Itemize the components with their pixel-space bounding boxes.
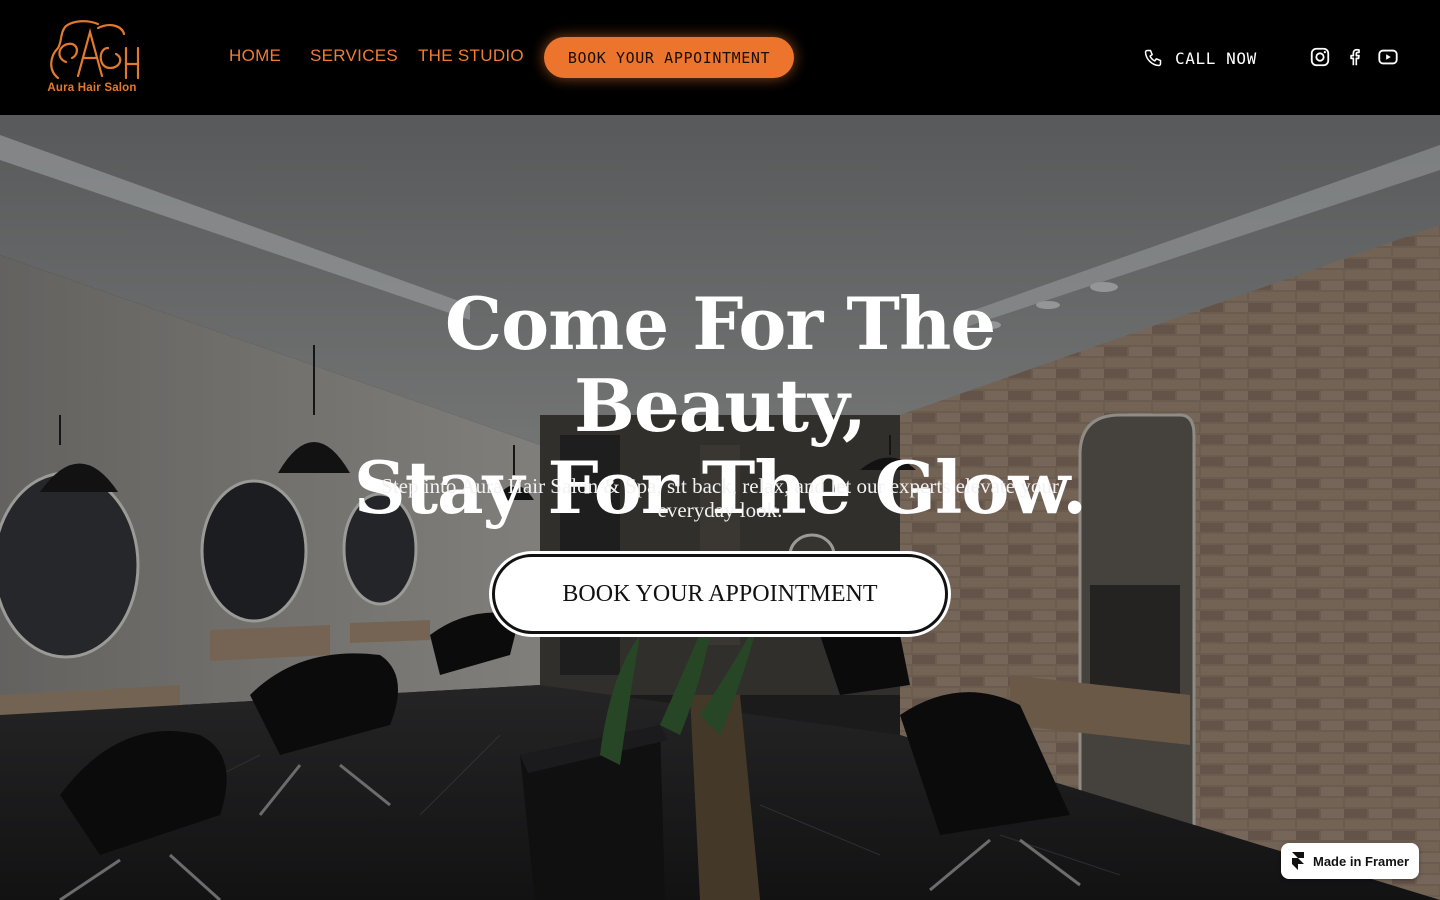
nav-home-link[interactable]: HOME [229,46,281,66]
phone-icon [1144,49,1162,67]
call-now-button[interactable]: CALL NOW [1143,46,1257,70]
top-navigation-bar: Aura Hair Salon HOME SERVICES THE STUDIO… [0,0,1440,115]
nav-the-studio-link[interactable]: THE STUDIO [418,46,524,66]
made-in-framer-label: Made in Framer [1313,853,1410,869]
brand-name: Aura Hair Salon [47,82,137,94]
book-appointment-hero-button[interactable]: BOOK YOUR APPOINTMENT [492,554,948,634]
nav-services-link[interactable]: SERVICES [310,46,398,66]
hero-subtext: Step into Aura Hair Salon & Spa, sit bac… [381,474,1059,522]
hero-section: Come For The Beauty, Stay For The Glow. … [0,115,1440,900]
youtube-icon[interactable] [1377,46,1399,68]
framer-icon [1292,852,1304,870]
instagram-icon[interactable] [1309,46,1331,68]
book-appointment-header-button[interactable]: BOOK YOUR APPOINTMENT [544,37,794,78]
made-in-framer-badge[interactable]: Made in Framer [1281,843,1419,879]
facebook-icon[interactable] [1343,46,1365,68]
brand-logo[interactable]: Aura Hair Salon [38,18,146,98]
logo-monogram-icon [50,20,140,80]
call-now-label: CALL NOW [1175,48,1257,68]
hero-headline-line-1: Come For The Beauty, [444,281,996,448]
